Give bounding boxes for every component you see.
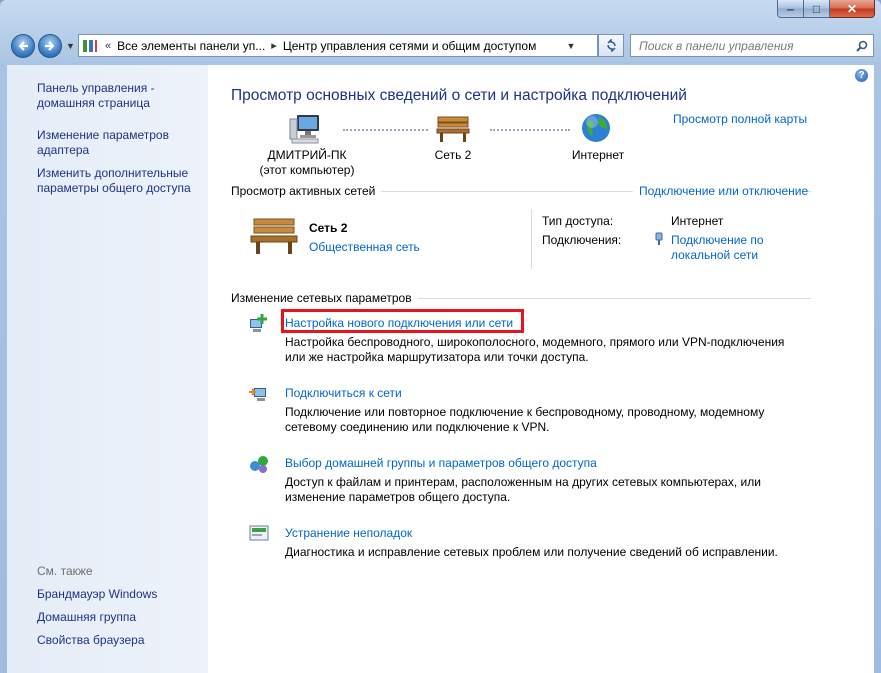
task-description: Доступ к файлам и принтерам, расположенн… [285,475,761,489]
sidebar-item-sharing-settings[interactable]: Изменить дополнительные параметры общего… [37,166,207,196]
map-link-line [343,129,428,131]
forward-button[interactable] [38,34,62,58]
view-full-map-link[interactable]: Просмотр полной карты [673,112,807,126]
back-button[interactable] [11,34,35,58]
sidebar-item-home[interactable]: Панель управления - домашняя страница [37,81,202,111]
task-description: Настройка беспроводного, широкополосного… [285,335,785,349]
task-description: Подключение или повторное подключение к … [285,405,765,419]
sidebar-item-homegroup[interactable]: Домашняя группа [37,610,136,625]
main-content: ? Просмотр основных сведений о сети и на… [208,65,874,673]
control-panel-window: ‒ □ ✕ ▼ « Все элементы панели уп... ▸ Це… [0,0,881,673]
close-button[interactable]: ✕ [830,0,875,18]
highlight-box [281,309,524,333]
homegroup-sharing-link[interactable]: Выбор домашней группы и параметров общег… [285,456,597,470]
refresh-icon [606,39,616,52]
search-box[interactable] [630,34,874,57]
control-panel-icon [83,39,97,52]
connections-label: Подключения: [542,233,622,247]
task-connect-to-network: Подключиться к сети Подключение или повт… [248,383,808,435]
maximize-button[interactable]: □ [804,0,830,18]
bench-network-icon-large [250,218,298,254]
troubleshoot-icon [249,525,269,541]
homegroup-icon [250,456,268,473]
new-connection-icon [250,314,267,332]
map-internet-label: Интернет [571,148,625,162]
task-description: или же настройка маршрутизатора или точк… [285,350,589,364]
bench-network-icon [436,116,470,142]
map-link-line-2 [490,129,570,131]
troubleshoot-link[interactable]: Устранение неполадок [285,526,412,540]
minimize-button[interactable]: ‒ [777,0,804,18]
map-network-name: Сеть 2 [434,148,472,162]
sidebar-item-adapter-settings[interactable]: Изменение параметров адаптера [37,128,197,158]
caption-buttons: ‒ □ ✕ [777,0,875,19]
task-sidebar: Панель управления - домашняя страница Из… [7,65,208,673]
access-type-label: Тип доступа: [542,214,614,228]
task-description: сетевому соединению или подключение к VP… [285,420,550,434]
sidebar-item-browser-properties[interactable]: Свойства браузера [37,633,145,648]
change-settings-heading: Изменение сетевых параметров [231,291,418,305]
recent-pages-dropdown[interactable]: ▼ [66,41,75,51]
help-icon[interactable]: ? [855,69,868,82]
active-network-name: Сеть 2 [309,221,348,235]
refresh-button[interactable] [598,34,624,57]
address-bar[interactable]: « Все элементы панели уп... ▸ Центр упра… [78,34,598,57]
back-arrow-icon [18,41,28,51]
forward-arrow-icon [45,41,55,51]
vertical-divider [531,209,532,269]
internet-globe-icon [582,114,610,142]
address-dropdown-icon[interactable]: ▼ [564,38,578,53]
connect-disconnect-link[interactable]: Подключение или отключение [633,184,809,198]
connect-network-icon [249,388,266,401]
lan-connection-icon [655,232,663,245]
access-type-value: Интернет [671,214,724,228]
task-description: изменение параметров общего доступа. [285,490,511,504]
breadcrumb-chevron-icon[interactable]: ▸ [271,39,277,52]
lan-connection-link[interactable]: Подключение по [671,233,764,247]
public-network-link[interactable]: Общественная сеть [309,240,420,254]
task-homegroup: Выбор домашней группы и параметров общег… [248,453,808,505]
computer-subtitle: (этот компьютер) [259,163,355,177]
task-description: Диагностика и исправление сетевых пробле… [285,545,778,559]
sidebar-item-firewall[interactable]: Брандмауэр Windows [37,587,157,602]
computer-icon [289,115,319,144]
breadcrumb-all-items[interactable]: Все элементы панели уп... [117,39,265,53]
see-also-label: См. также [37,564,93,578]
connect-to-network-link[interactable]: Подключиться к сети [285,386,402,400]
page-title: Просмотр основных сведений о сети и наст… [231,87,687,104]
lan-connection-link-line2[interactable]: локальной сети [671,248,758,262]
active-networks-heading: Просмотр активных сетей [231,184,382,198]
search-icon[interactable] [851,40,873,52]
breadcrumb-separator[interactable]: « [105,40,111,52]
breadcrumb-network-center[interactable]: Центр управления сетями и общим доступом [283,39,537,53]
task-troubleshoot: Устранение неполадок Диагностика и испра… [248,523,808,561]
computer-name: ДМИТРИЙ-ПК [267,148,347,162]
search-input[interactable] [631,37,851,54]
